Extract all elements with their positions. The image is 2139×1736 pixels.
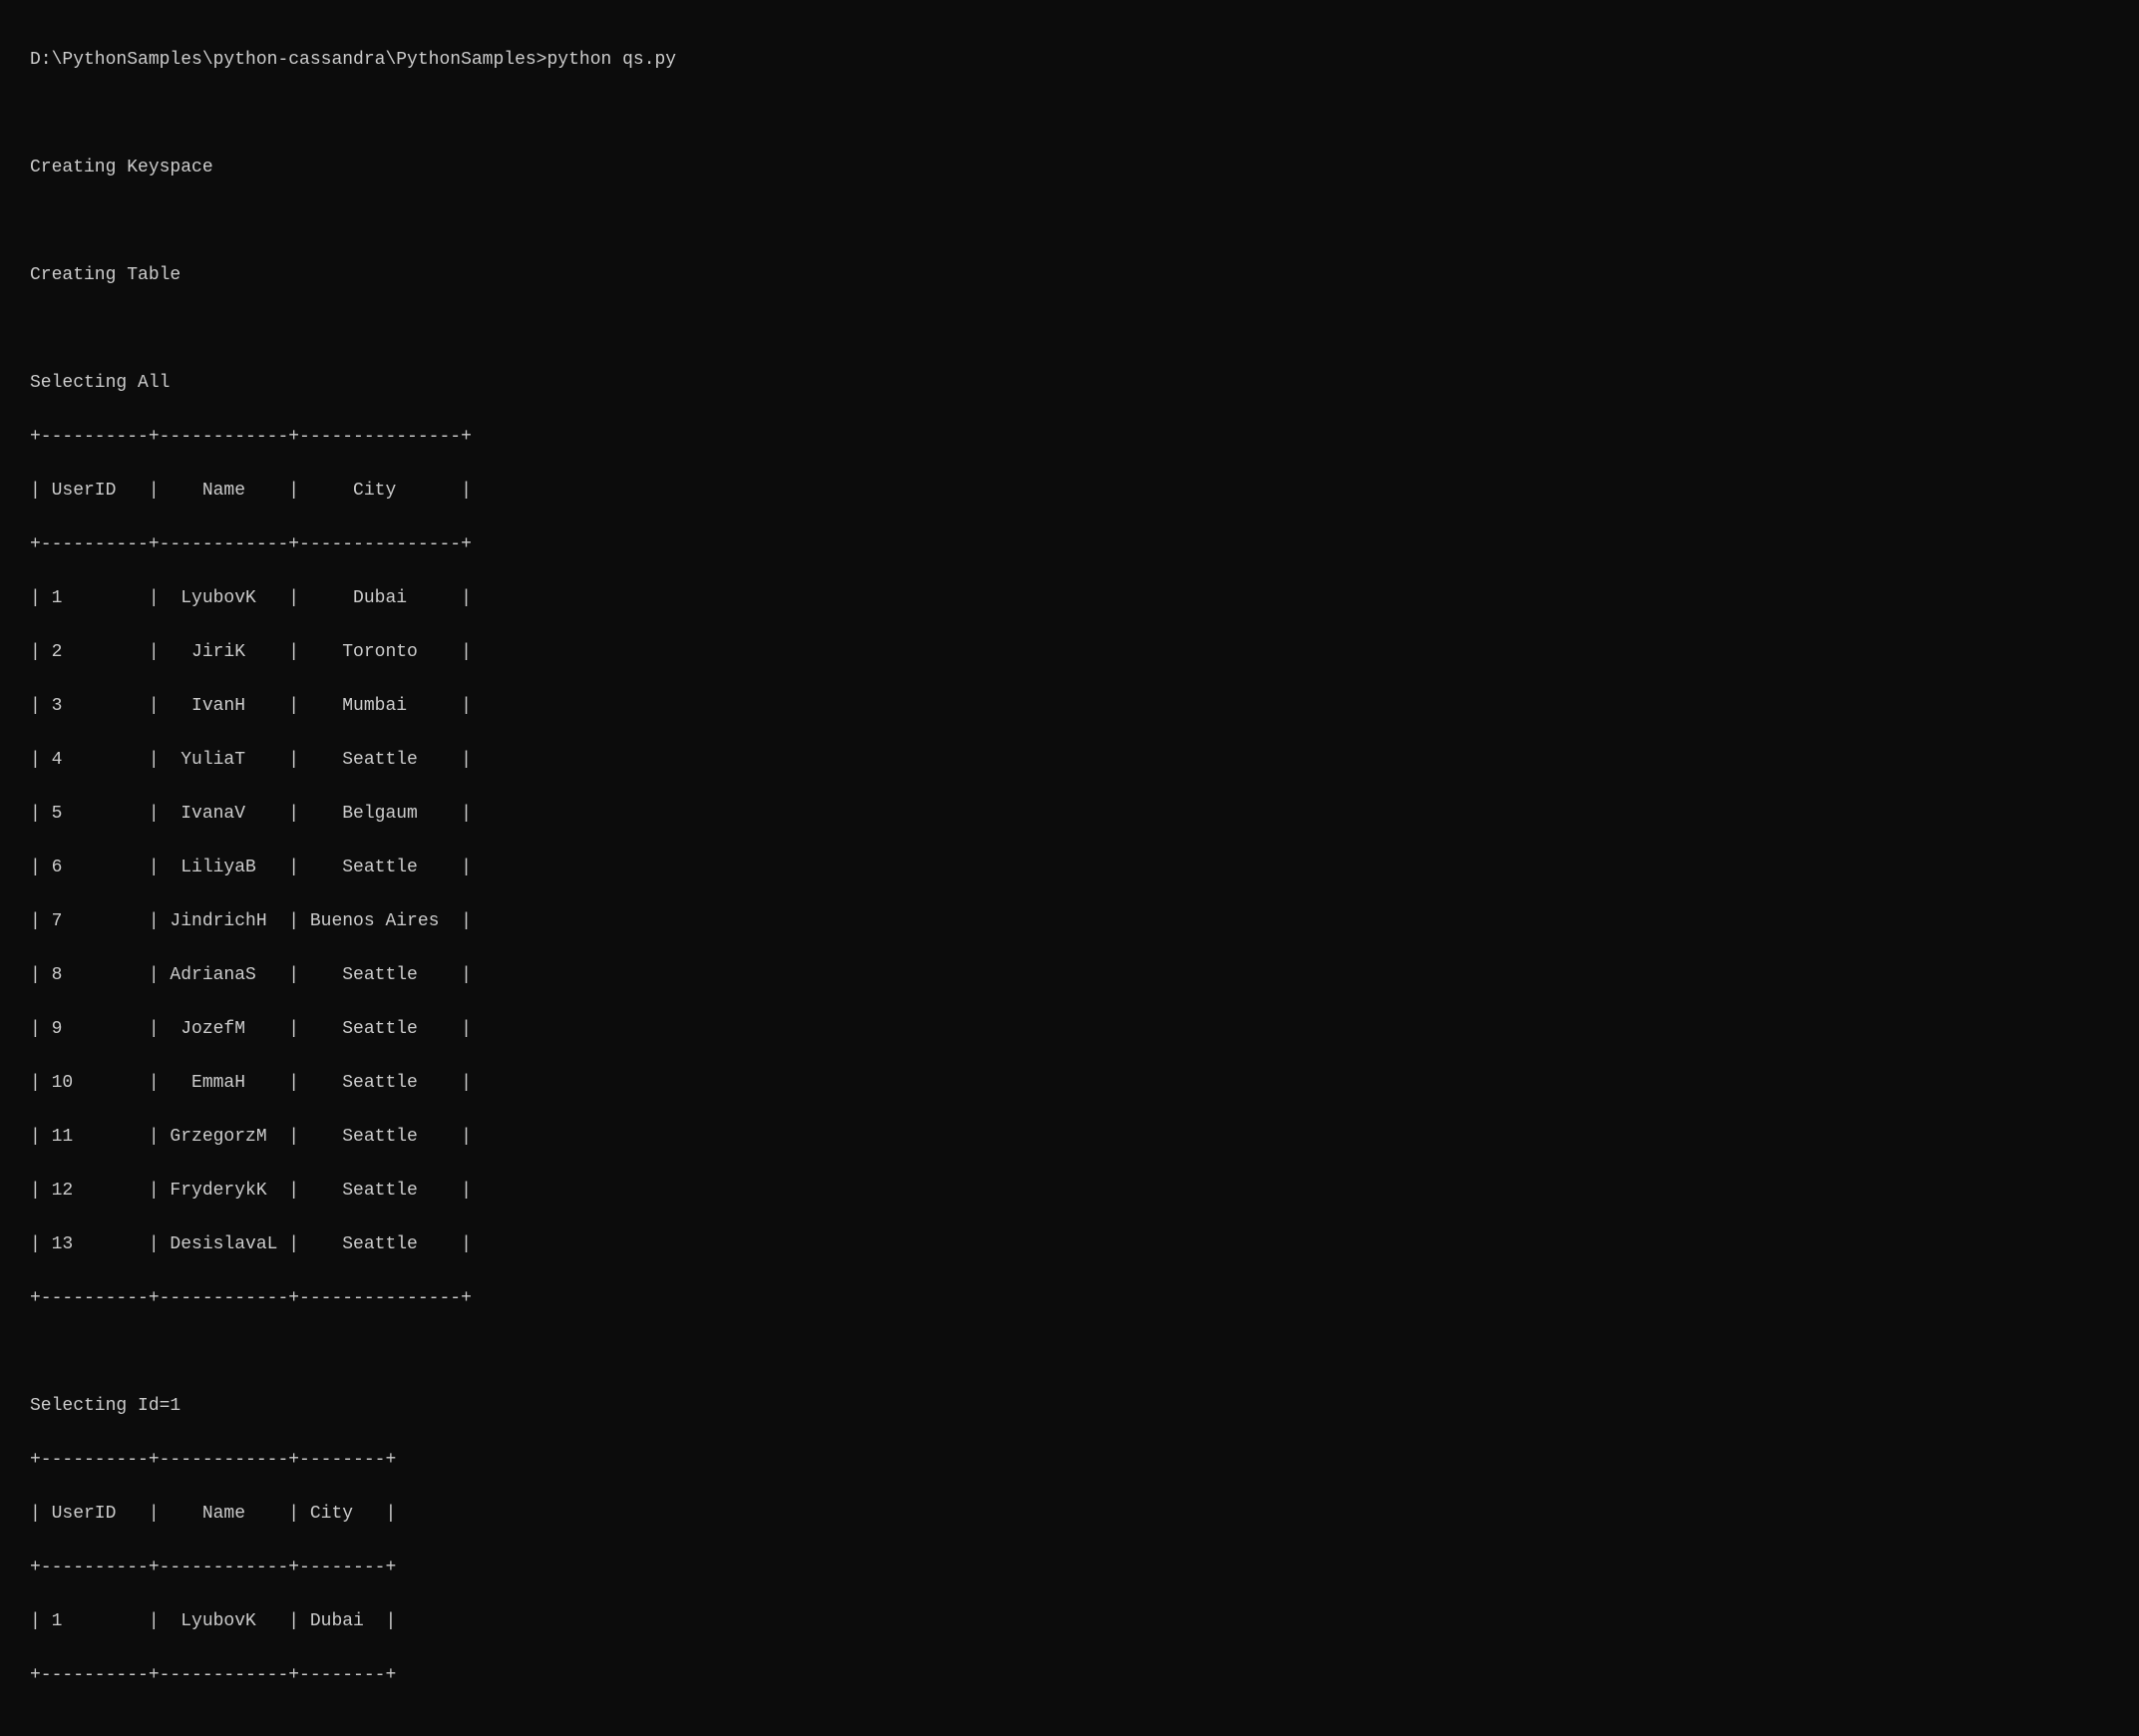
- table-row: | 5 | IvanaV | Belgaum |: [30, 801, 2109, 828]
- table-row: | 13 | DesislavaL | Seattle |: [30, 1231, 2109, 1258]
- table-row: | 6 | LiliyaB | Seattle |: [30, 855, 2109, 881]
- table-border-mid: +----------+------------+---------------…: [30, 531, 2109, 558]
- table-row: | 2 | JiriK | Toronto |: [30, 639, 2109, 666]
- empty-line-3: [30, 316, 2109, 343]
- table-row: | 9 | JozefM | Seattle |: [30, 1016, 2109, 1043]
- table-row: | 11 | GrzegorzM | Seattle |: [30, 1124, 2109, 1151]
- table2-border-bottom: +----------+------------+--------+: [30, 1662, 2109, 1689]
- empty-line: [30, 101, 2109, 128]
- table-row: | 3 | IvanH | Mumbai |: [30, 693, 2109, 720]
- creating-keyspace-line: Creating Keyspace: [30, 155, 2109, 181]
- empty-line-2: [30, 208, 2109, 235]
- table2-border-top: +----------+------------+--------+: [30, 1447, 2109, 1474]
- table-border-bottom: +----------+------------+---------------…: [30, 1285, 2109, 1312]
- table2-header: | UserID | Name | City |: [30, 1501, 2109, 1528]
- table-row: | 10 | EmmaH | Seattle |: [30, 1070, 2109, 1097]
- table2-border-mid: +----------+------------+--------+: [30, 1555, 2109, 1581]
- table-row: | 1 | LyubovK | Dubai |: [30, 585, 2109, 612]
- table2-row: | 1 | LyubovK | Dubai |: [30, 1608, 2109, 1635]
- table-row: | 4 | YuliaT | Seattle |: [30, 747, 2109, 774]
- table-border-top: +----------+------------+---------------…: [30, 424, 2109, 451]
- table-row: | 7 | JindrichH | Buenos Aires |: [30, 908, 2109, 935]
- creating-table-line: Creating Table: [30, 262, 2109, 289]
- terminal-output: D:\PythonSamples\python-cassandra\Python…: [30, 20, 2109, 1716]
- table-row: | 8 | AdrianaS | Seattle |: [30, 962, 2109, 989]
- command-line: D:\PythonSamples\python-cassandra\Python…: [30, 47, 2109, 74]
- table-row: | 12 | FryderykK | Seattle |: [30, 1178, 2109, 1205]
- selecting-all-line: Selecting All: [30, 370, 2109, 397]
- table-header: | UserID | Name | City |: [30, 478, 2109, 505]
- empty-line-4: [30, 1339, 2109, 1366]
- selecting-id1-line: Selecting Id=1: [30, 1393, 2109, 1420]
